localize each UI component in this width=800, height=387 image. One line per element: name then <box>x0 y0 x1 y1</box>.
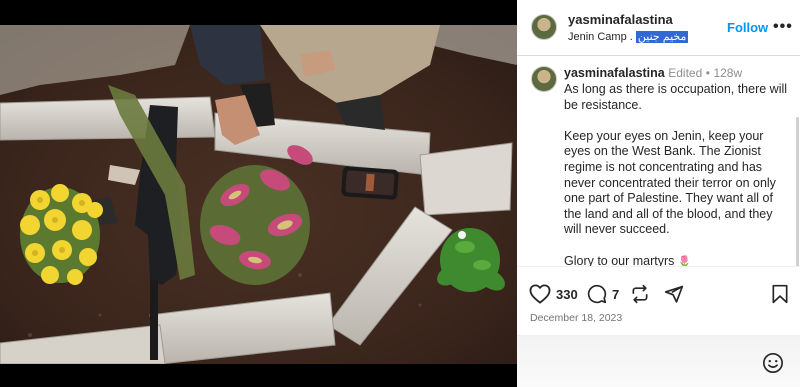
caption-avatar[interactable] <box>531 66 557 92</box>
like-button[interactable]: 330 <box>529 284 578 304</box>
author-username[interactable]: yasminafalastina <box>568 12 673 27</box>
caption-paragraph-3: Glory to our martyrs 🌷 <box>564 253 789 267</box>
post-header: yasminafalastina Jenin Camp . مخيم جنين … <box>517 0 800 56</box>
caption-username[interactable]: yasminafalastina <box>564 66 665 80</box>
caption-scrollbar[interactable] <box>796 117 799 266</box>
caption-paragraph-3-text: Glory to our martyrs <box>564 253 675 267</box>
like-count[interactable]: 330 <box>556 287 578 302</box>
emoji-button[interactable] <box>762 352 784 379</box>
heart-icon <box>529 284 551 304</box>
meta-dot: • <box>705 66 710 80</box>
comment-bubble-icon <box>587 284 607 304</box>
action-bar: 330 7 <box>517 280 800 310</box>
comment-button[interactable]: 7 <box>587 284 619 304</box>
repost-icon <box>632 284 648 304</box>
avatar[interactable] <box>531 14 557 40</box>
repost-button[interactable] <box>630 284 650 304</box>
caption-paragraph-1: As long as there is occupation, there wi… <box>564 82 788 112</box>
location-arabic: مخيم جنين <box>635 31 689 43</box>
bookmark-icon <box>772 284 788 304</box>
tulip-emoji: 🌷 <box>677 255 692 267</box>
save-button[interactable] <box>771 284 789 304</box>
post-photo <box>0 25 517 364</box>
edited-label: Edited <box>668 66 703 80</box>
caption-header: yasminafalastina Edited • 128w <box>564 66 742 80</box>
send-icon <box>664 285 684 303</box>
location-separator: . <box>629 31 633 43</box>
caption-paragraph-2: Keep your eyes on Jenin, keep your eyes … <box>564 128 776 237</box>
share-button[interactable] <box>664 284 684 304</box>
post-date[interactable]: December 18, 2023 <box>530 312 622 324</box>
follow-button[interactable]: Follow <box>727 20 768 35</box>
post-media[interactable] <box>0 0 517 387</box>
post-location[interactable]: Jenin Camp . مخيم جنين <box>568 30 689 43</box>
comment-count[interactable]: 7 <box>612 287 619 302</box>
caption-section: yasminafalastina Edited • 128w As long a… <box>517 57 800 267</box>
caption-text: As long as there is occupation, there wi… <box>564 82 789 267</box>
smiley-icon <box>763 353 783 373</box>
location-place: Jenin Camp <box>568 31 627 43</box>
post-age[interactable]: 128w <box>713 66 742 80</box>
post-details-panel: yasminafalastina Jenin Camp . مخيم جنين … <box>517 0 800 387</box>
comment-area[interactable] <box>517 335 800 387</box>
more-options-icon[interactable]: ••• <box>773 18 793 36</box>
